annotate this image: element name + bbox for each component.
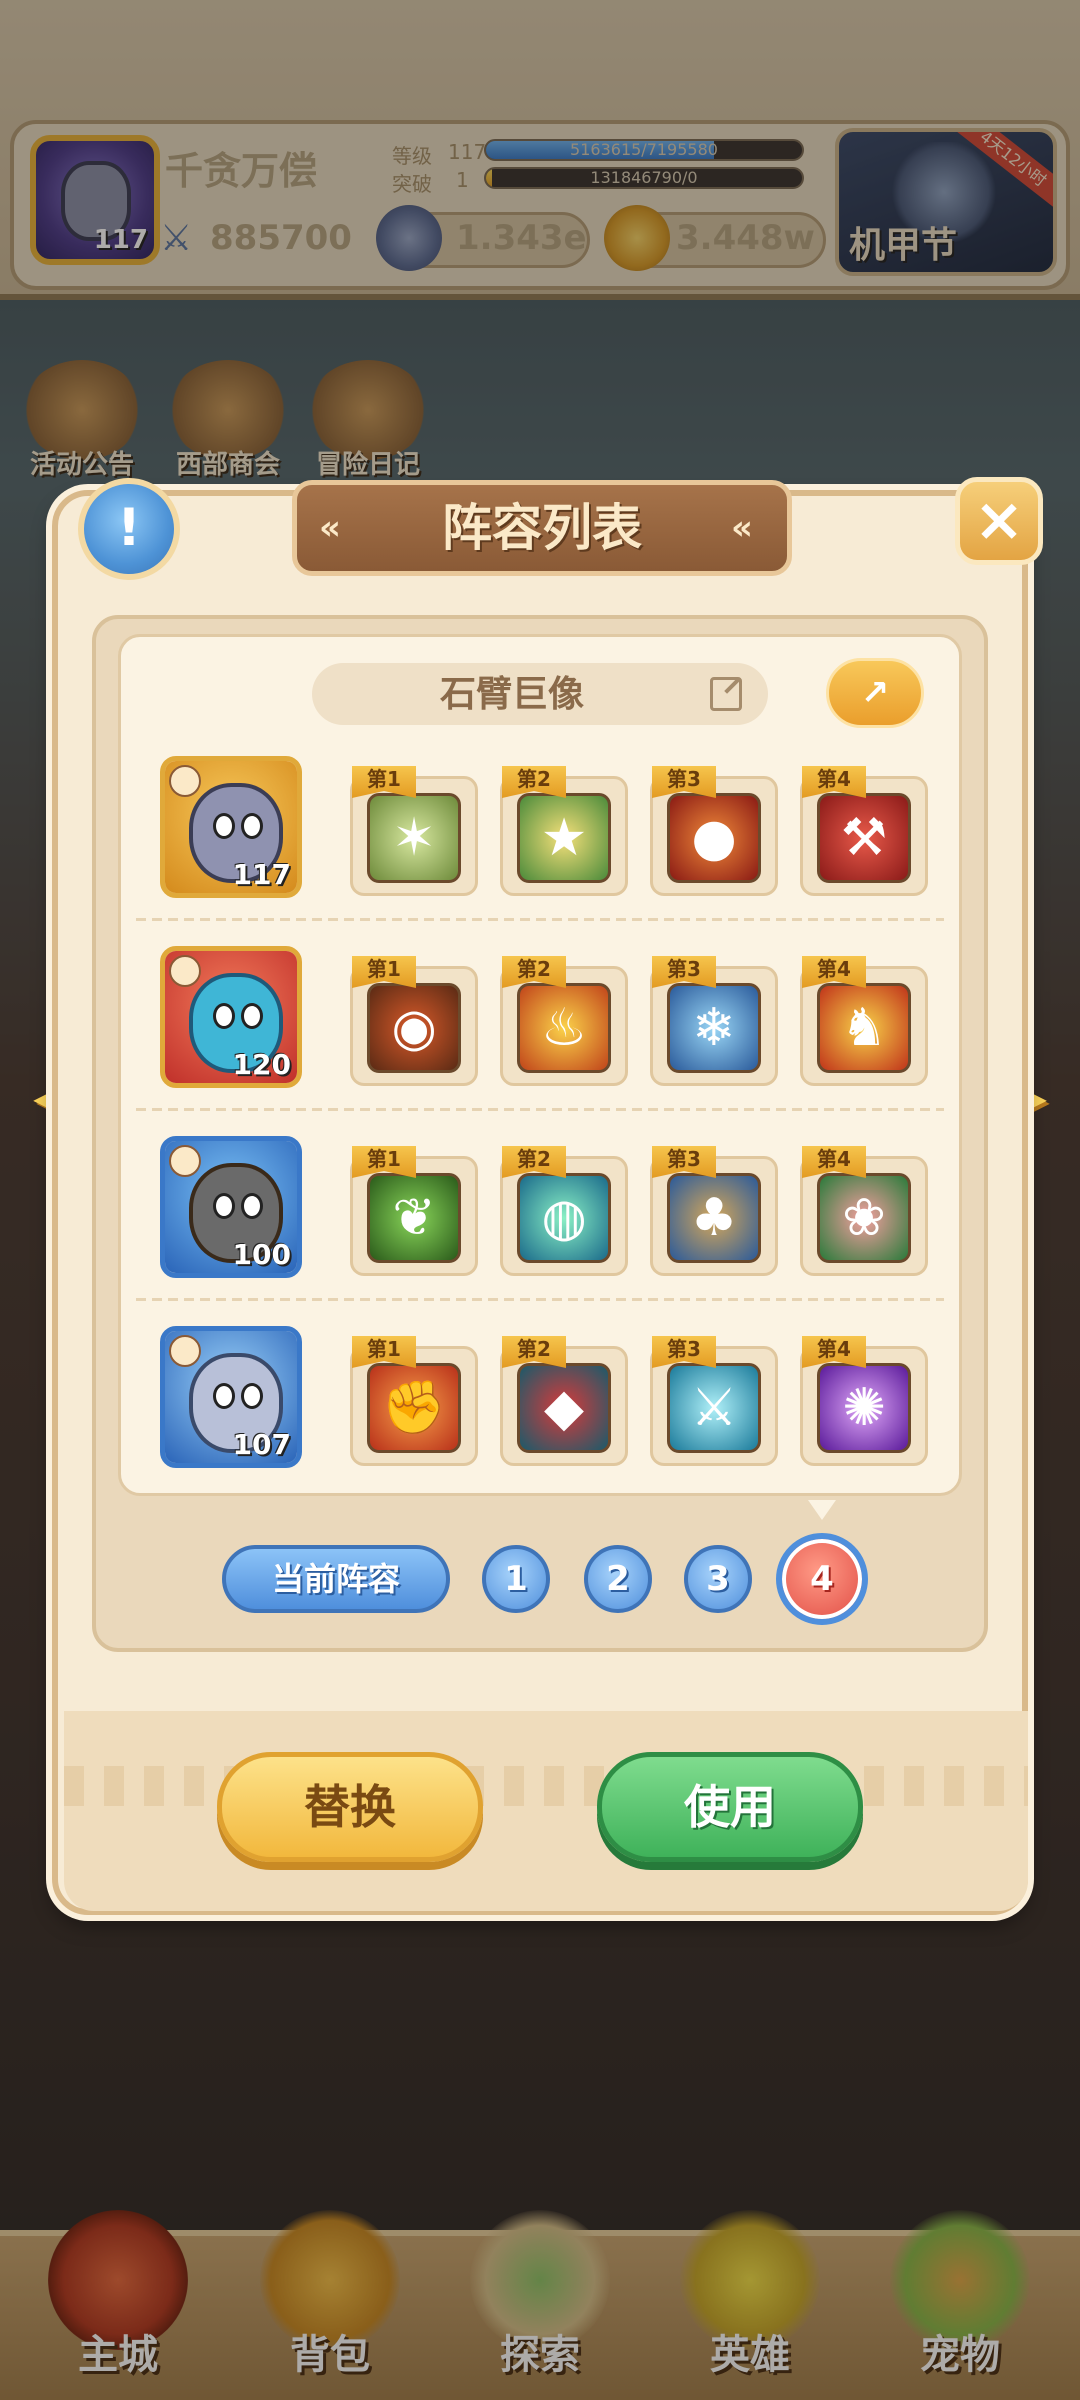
lineup-tab-4[interactable]: 4 [776, 1533, 868, 1625]
skill-slot[interactable]: ♞ 第4 [800, 956, 928, 1086]
skill-slot[interactable]: ♣ 第3 [650, 1146, 778, 1276]
dialog-footer-band [64, 1711, 1028, 1911]
element-badge-icon [169, 765, 201, 797]
lineup-row: 117 ✶ 第1 ★ 第2 ● 第3 ⚒ 第4 [118, 752, 962, 902]
lineup-row: 120 ◉ 第1 ♨ 第2 ❄ 第3 ♞ 第4 [118, 942, 962, 1092]
lineup-row: 100 ❦ 第1 ◍ 第2 ♣ 第3 ❀ 第4 [118, 1132, 962, 1282]
hero-level: 107 [232, 1428, 291, 1461]
replace-button[interactable]: 替换 [217, 1752, 483, 1862]
skill-slot[interactable]: ★ 第2 [500, 766, 628, 896]
skill-slot[interactable]: ♨ 第2 [500, 956, 628, 1086]
share-icon: ↗ [860, 673, 890, 713]
info-button[interactable]: ! [78, 478, 180, 580]
skill-slot[interactable]: ◉ 第1 [350, 956, 478, 1086]
lineup-tab-2[interactable]: 2 [584, 1545, 652, 1613]
dialog-title-plate: « 阵容列表 « [292, 480, 792, 576]
row-divider [136, 1298, 944, 1301]
exclamation-icon: ! [117, 498, 141, 558]
current-lineup-tab[interactable]: 当前阵容 [222, 1545, 450, 1613]
hero-level: 100 [232, 1238, 291, 1271]
lineup-name: 石臂巨像 [439, 673, 584, 715]
close-button[interactable]: × [955, 477, 1043, 565]
use-button[interactable]: 使用 [597, 1752, 863, 1862]
hero-level: 117 [232, 858, 291, 891]
lineup-row: 107 ✊ 第1 ◆ 第2 ⚔ 第3 ✺ 第4 [118, 1322, 962, 1472]
skill-slot[interactable]: ❦ 第1 [350, 1146, 478, 1276]
replace-label: 替换 [304, 1780, 396, 1834]
hero-portrait[interactable]: 120 [160, 946, 302, 1088]
hero-portrait[interactable]: 117 [160, 756, 302, 898]
close-icon: × [973, 485, 1025, 555]
hero-portrait[interactable]: 107 [160, 1326, 302, 1468]
element-badge-icon [169, 1145, 201, 1177]
skill-slot[interactable]: ◍ 第2 [500, 1146, 628, 1276]
tab-number: 3 [706, 1559, 730, 1599]
hero-level: 120 [232, 1048, 291, 1081]
skill-slot[interactable]: ✊ 第1 [350, 1336, 478, 1466]
tab-number: 4 [810, 1559, 834, 1599]
skill-slot[interactable]: ❀ 第4 [800, 1146, 928, 1276]
skill-slot[interactable]: ❄ 第3 [650, 956, 778, 1086]
tab-number: 1 [504, 1559, 528, 1599]
lineup-name-field[interactable]: 石臂巨像 [312, 663, 768, 725]
current-lineup-label: 当前阵容 [271, 1560, 400, 1598]
skill-slot[interactable]: ◆ 第2 [500, 1336, 628, 1466]
lineup-tab-1[interactable]: 1 [482, 1545, 550, 1613]
lineup-tab-3[interactable]: 3 [684, 1545, 752, 1613]
use-label: 使用 [684, 1780, 776, 1834]
element-badge-icon [169, 955, 201, 987]
title-right-ornament-icon: « [731, 508, 753, 548]
skill-slot[interactable]: ⚒ 第4 [800, 766, 928, 896]
skill-slot[interactable]: ✶ 第1 [350, 766, 478, 896]
tab-number: 2 [606, 1559, 630, 1599]
skill-slot[interactable]: ⚔ 第3 [650, 1336, 778, 1466]
hero-portrait[interactable]: 100 [160, 1136, 302, 1278]
row-divider [136, 1108, 944, 1111]
dialog-title: 阵容列表 [442, 498, 642, 557]
row-divider [136, 918, 944, 921]
skill-slot[interactable]: ✺ 第4 [800, 1336, 928, 1466]
element-badge-icon [169, 1335, 201, 1367]
skill-slot[interactable]: ● 第3 [650, 766, 778, 896]
share-button[interactable]: ↗ [826, 658, 924, 728]
edit-icon[interactable] [710, 677, 742, 711]
footer-pattern [64, 1766, 1028, 1806]
